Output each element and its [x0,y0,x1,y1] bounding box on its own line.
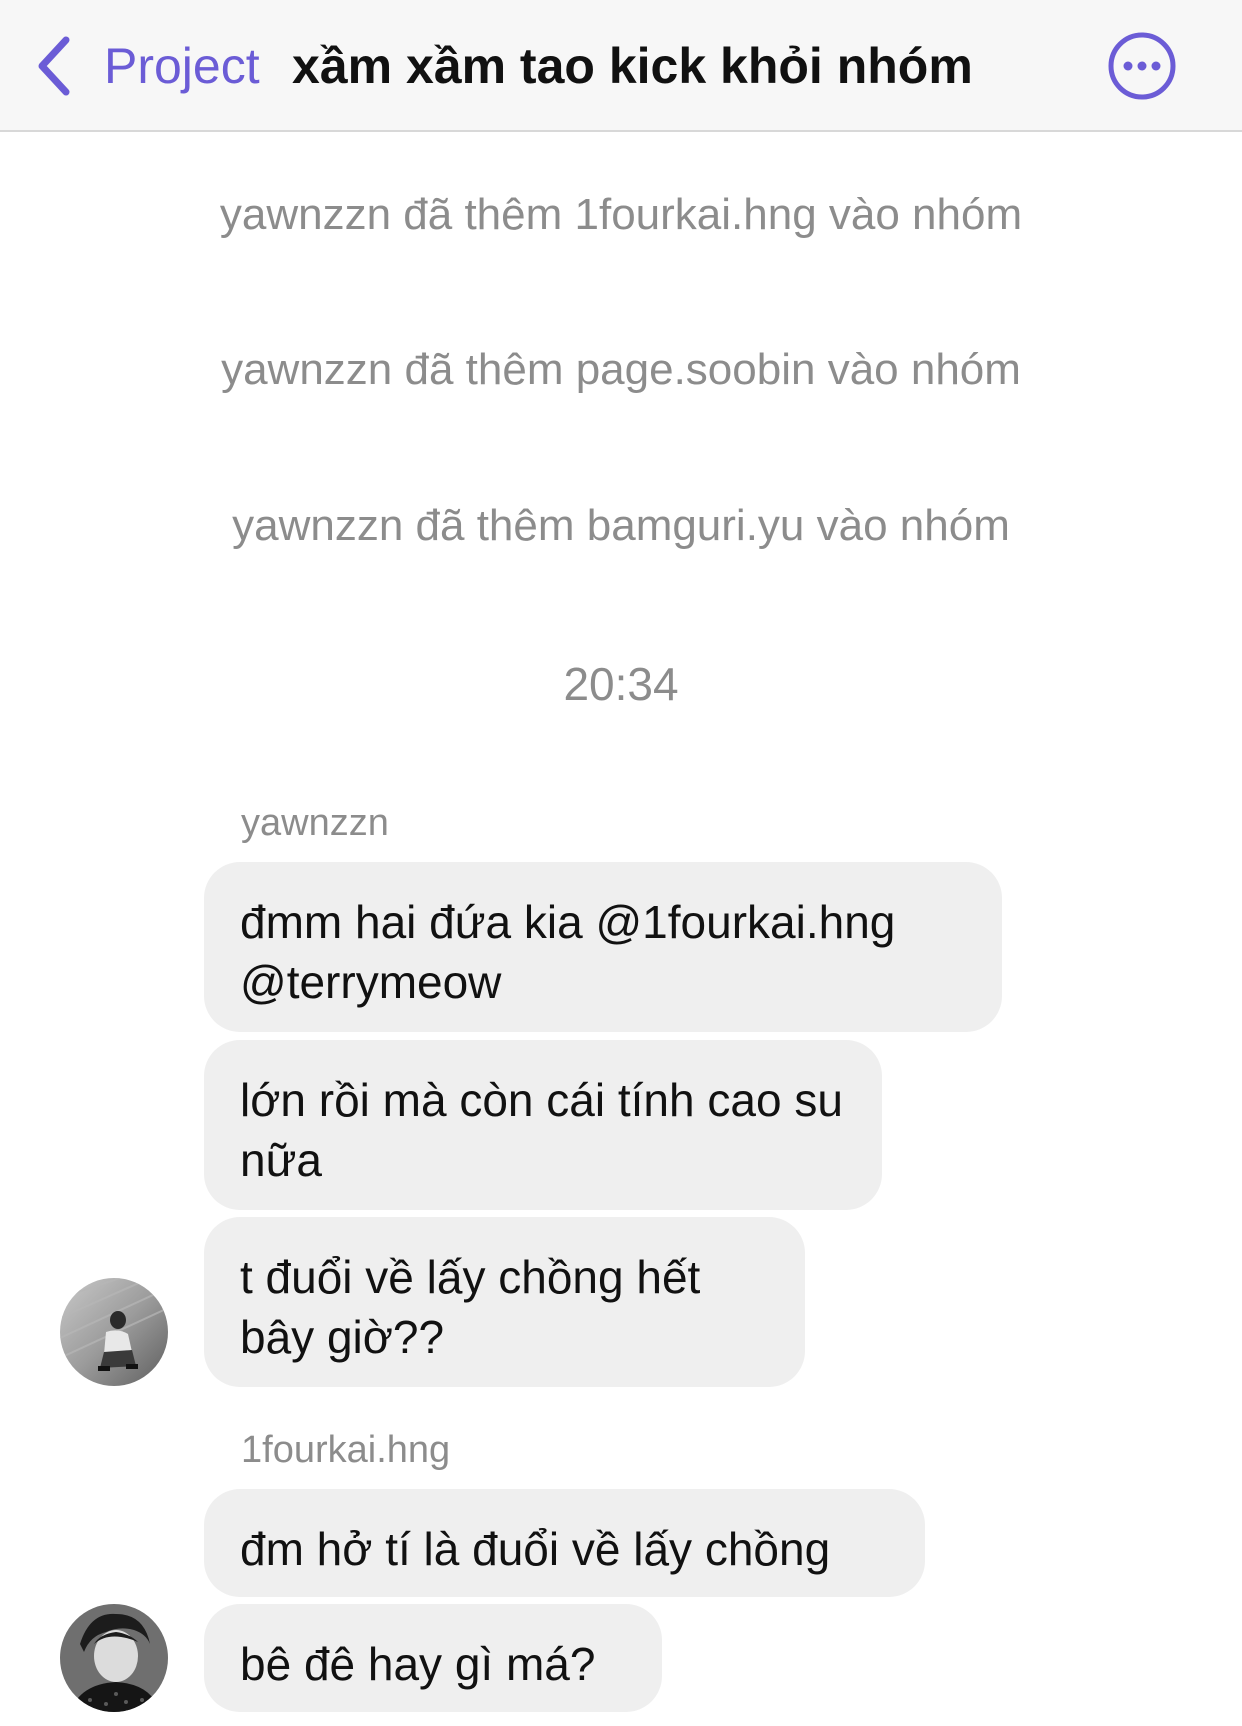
sender-name: 1fourkai.hng [241,1429,451,1471]
message-bubble[interactable]: đm hở tí là đuổi về lấy chồng [204,1489,925,1597]
more-horizontal-circle-icon [1106,32,1178,106]
message-bubble[interactable]: t đuổi về lấy chồng hết bây giờ?? [204,1217,805,1387]
avatar[interactable] [60,1278,168,1386]
message-text: bê đê hay gì má? [240,1638,596,1690]
system-message: yawnzzn đã thêm page.soobin vào nhóm [221,345,1021,394]
sender-name: yawnzzn [241,802,389,844]
system-message: yawnzzn đã thêm bamguri.yu vào nhóm [232,501,1010,550]
message-bubble[interactable]: đmm hai đứa kia @1fourkai.hng @terrymeow [204,862,1002,1032]
system-message: yawnzzn đã thêm 1fourkai.hng vào nhóm [219,190,1023,239]
chat-title: xầm xầm tao kick khỏi nhóm [292,38,973,94]
message-bubble[interactable]: lớn rồi mà còn cái tính cao su nữa [204,1040,882,1210]
back-button-label: Project [104,38,260,94]
message-text: đmm hai đứa kia @1fourkai.hng @terrymeow [240,896,896,1008]
message-bubble[interactable]: bê đê hay gì má? [204,1604,662,1712]
back-button[interactable]: Project [34,30,260,102]
chevron-left-icon [34,30,78,102]
chat-header: Project xầm xầm tao kick khỏi nhóm [0,0,1242,132]
avatar[interactable] [60,1604,168,1712]
message-text: đm hở tí là đuổi về lấy chồng [240,1523,831,1575]
message-text: t đuổi về lấy chồng hết bây giờ?? [240,1251,701,1363]
message-text: lớn rồi mà còn cái tính cao su nữa [240,1074,843,1186]
more-options-button[interactable] [1106,30,1178,102]
timestamp: 20:34 [563,658,679,710]
